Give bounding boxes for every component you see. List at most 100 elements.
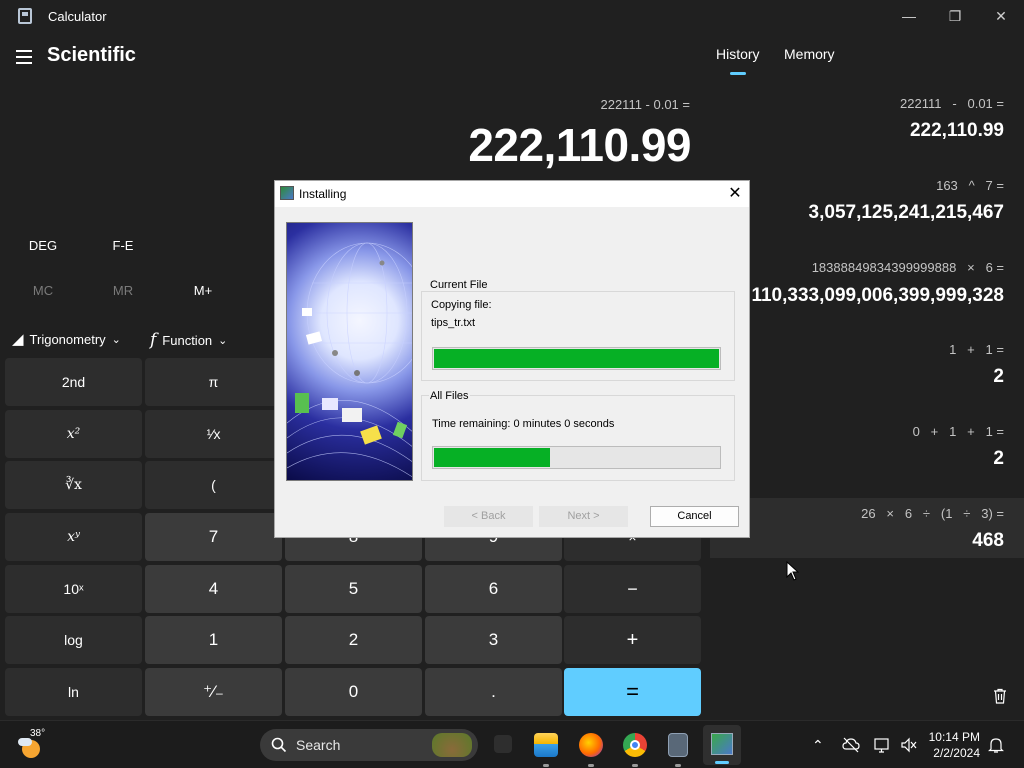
installer-banner-image xyxy=(286,222,413,481)
digit-0-button[interactable]: 0 xyxy=(285,668,422,716)
search-placeholder: Search xyxy=(296,737,341,753)
weather-temp: 38° xyxy=(30,728,46,739)
digit-2-button[interactable]: 2 xyxy=(285,616,422,664)
second-function-button[interactable]: 2nd xyxy=(5,358,142,406)
history-expression[interactable]: 18388849834399999888 × 6 = xyxy=(812,260,1004,275)
equals-button[interactable]: = xyxy=(564,668,701,716)
history-expression[interactable]: 26 × 6 ÷ (1 ÷ 3) = xyxy=(861,506,1004,521)
search-icon xyxy=(271,737,287,753)
memory-add-button[interactable]: M+ xyxy=(163,283,243,298)
negate-button[interactable]: ⁺⁄₋ xyxy=(145,668,282,716)
calculator-mode-title: Scientific xyxy=(47,44,136,66)
running-indicator xyxy=(632,764,638,767)
function-icon: f xyxy=(150,330,157,350)
history-result[interactable]: 2 xyxy=(993,448,1004,470)
decimal-button[interactable]: . xyxy=(425,668,562,716)
cloud-icon xyxy=(18,738,32,746)
calculator-taskbar-icon[interactable] xyxy=(668,733,688,757)
installing-dialog: Installing ✕ Current File Copying file: … xyxy=(274,180,750,538)
minimize-button[interactable]: — xyxy=(886,4,932,28)
calculator-app-icon xyxy=(18,8,32,24)
onedrive-offline-icon[interactable] xyxy=(842,737,860,753)
firefox-icon[interactable] xyxy=(579,733,603,757)
history-result[interactable]: 110,333,099,006,399,999,328 xyxy=(751,285,1004,307)
volume-muted-icon[interactable] xyxy=(900,737,918,753)
search-highlight-image xyxy=(432,733,472,757)
all-files-progress-fill xyxy=(434,448,550,467)
digit-5-button[interactable]: 5 xyxy=(285,565,422,613)
triangle-ruler-icon: ◢ xyxy=(12,331,24,348)
chevron-down-icon: ⌄ xyxy=(111,333,121,346)
network-icon[interactable] xyxy=(873,737,891,753)
globe-graphic xyxy=(287,242,412,478)
dialog-close-icon[interactable]: ✕ xyxy=(725,184,745,204)
cancel-button[interactable]: Cancel xyxy=(650,506,739,527)
history-expression[interactable]: 222111 - 0.01 = xyxy=(900,96,1004,111)
digit-7-button[interactable]: 7 xyxy=(145,513,282,561)
subtract-button[interactable]: − xyxy=(564,565,701,613)
hamburger-menu-icon[interactable] xyxy=(16,50,34,64)
show-hidden-icons-chevron-icon[interactable]: ⌃ xyxy=(812,737,824,754)
digit-4-button[interactable]: 4 xyxy=(145,565,282,613)
digit-3-button[interactable]: 3 xyxy=(425,616,562,664)
all-files-label: All Files xyxy=(429,390,470,402)
notification-bell-icon[interactable] xyxy=(988,736,1004,754)
cube-root-button[interactable]: ∛x xyxy=(5,461,142,509)
all-files-progress-bar xyxy=(432,446,721,469)
active-app-indicator xyxy=(715,761,729,764)
history-result[interactable]: 468 xyxy=(972,530,1004,552)
left-paren-button[interactable]: ( xyxy=(145,461,282,509)
angle-unit-button[interactable]: DEG xyxy=(3,238,83,253)
tab-memory[interactable]: Memory xyxy=(784,46,835,62)
trigonometry-label: Trigonometry xyxy=(29,331,106,347)
weather-widget[interactable]: 38° xyxy=(18,728,46,758)
ten-power-button[interactable]: 10ˣ xyxy=(5,565,142,613)
clock-time: 10:14 PM xyxy=(928,730,980,744)
chevron-down-icon: ⌄ xyxy=(218,334,228,347)
back-button[interactable]: < Back xyxy=(444,506,533,527)
power-button[interactable]: xʸ xyxy=(5,513,142,561)
function-label: Function xyxy=(162,332,213,348)
taskbar-search-box[interactable]: Search xyxy=(260,729,478,761)
next-button[interactable]: Next > xyxy=(539,506,628,527)
task-view-icon[interactable] xyxy=(494,735,512,753)
digit-1-button[interactable]: 1 xyxy=(145,616,282,664)
log-button[interactable]: log xyxy=(5,616,142,664)
chrome-icon[interactable] xyxy=(623,733,647,757)
square-button[interactable]: x² xyxy=(5,410,142,458)
installer-taskbar-icon xyxy=(711,733,733,755)
memory-recall-button[interactable]: MR xyxy=(83,283,163,298)
mouse-cursor-icon xyxy=(786,561,800,581)
add-button[interactable]: + xyxy=(564,616,701,664)
digit-6-button[interactable]: 6 xyxy=(425,565,562,613)
current-file-name: tips_tr.txt xyxy=(431,317,476,329)
history-expression[interactable]: 1 + 1 = xyxy=(949,342,1004,357)
time-remaining-text: Time remaining: 0 minutes 0 seconds xyxy=(432,418,615,430)
natural-log-button[interactable]: ln xyxy=(5,668,142,716)
history-result[interactable]: 222,110.99 xyxy=(910,120,1004,142)
current-file-progress-bar xyxy=(432,347,721,370)
system-clock[interactable]: 10:14 PM 2/2/2024 xyxy=(929,729,980,761)
tab-history[interactable]: History xyxy=(716,46,760,62)
dialog-title: Installing xyxy=(299,187,347,201)
copying-file-label: Copying file: xyxy=(431,299,492,311)
file-explorer-icon[interactable] xyxy=(534,733,558,757)
restore-button[interactable]: ❐ xyxy=(932,4,978,28)
running-indicator xyxy=(543,764,549,767)
function-dropdown[interactable]: f Function ⌄ xyxy=(150,330,227,350)
history-expression[interactable]: 0 + 1 + 1 = xyxy=(913,424,1004,439)
installer-icon xyxy=(280,186,294,200)
history-expression[interactable]: 163 ^ 7 = xyxy=(936,178,1004,193)
fe-button[interactable]: F-E xyxy=(83,238,163,253)
memory-clear-button[interactable]: MC xyxy=(3,283,83,298)
trash-icon[interactable] xyxy=(992,688,1008,704)
history-result[interactable]: 3,057,125,241,215,467 xyxy=(809,202,1004,224)
pi-button[interactable]: π xyxy=(145,358,282,406)
history-result[interactable]: 2 xyxy=(993,366,1004,388)
window-title: Calculator xyxy=(48,9,107,24)
installer-taskbar-button[interactable] xyxy=(703,725,741,765)
running-indicator xyxy=(588,764,594,767)
reciprocal-button[interactable]: ¹⁄x xyxy=(145,410,282,458)
close-button[interactable]: ✕ xyxy=(978,4,1024,28)
trigonometry-dropdown[interactable]: ◢ Trigonometry ⌄ xyxy=(12,330,121,348)
